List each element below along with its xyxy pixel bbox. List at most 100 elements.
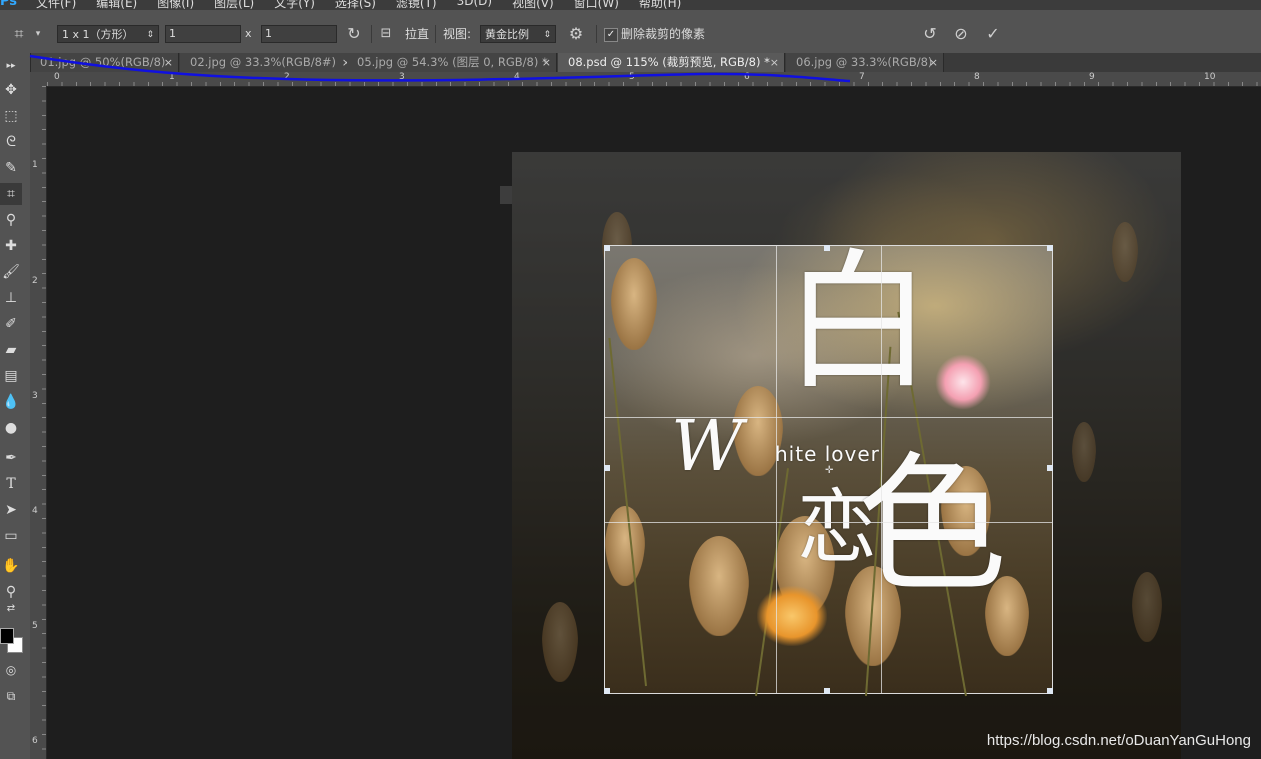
brush-tool-icon[interactable]: 🖌 bbox=[0, 261, 22, 283]
artwork-script-initial: W bbox=[671, 405, 743, 487]
menu-filter[interactable]: 滤镜(T) bbox=[396, 0, 437, 10]
horizontal-ruler[interactable]: 0 1 2 3 4 5 6 7 8 9 10 bbox=[47, 72, 1261, 87]
ruler-label: 10 bbox=[1204, 72, 1216, 82]
menu-help[interactable]: 帮助(H) bbox=[639, 0, 681, 10]
separator bbox=[371, 25, 372, 43]
artwork-char-se: 色 bbox=[857, 439, 1008, 613]
crop-handle-right[interactable] bbox=[1047, 465, 1053, 471]
menu-3d[interactable]: 3D(D) bbox=[457, 0, 492, 10]
crop-center-icon: ✛ bbox=[825, 465, 834, 476]
gradient-tool-icon[interactable]: ▤ bbox=[0, 365, 22, 387]
menu-edit[interactable]: 编辑(E) bbox=[96, 0, 137, 10]
ruler-label: 3 bbox=[32, 391, 38, 401]
tab-label: 01.jpg @ 50%(RGB/8) bbox=[40, 55, 166, 69]
healing-tool-icon[interactable]: ✚ bbox=[0, 235, 22, 257]
vertical-ruler[interactable]: 1 2 3 4 5 6 bbox=[30, 86, 47, 759]
ruler-label: 2 bbox=[284, 72, 290, 82]
close-icon[interactable]: × bbox=[164, 53, 173, 72]
stamp-tool-icon[interactable]: ⊥ bbox=[0, 287, 22, 309]
cancel-icon[interactable]: ⊘ bbox=[950, 25, 972, 43]
ruler-label: 9 bbox=[1089, 72, 1095, 82]
width-field[interactable]: 1 bbox=[165, 25, 241, 43]
commit-icon[interactable]: ✓ bbox=[982, 25, 1004, 43]
crop-box[interactable]: 白 W hite lover 恋 色 ✛ bbox=[604, 238, 1053, 697]
type-tool-icon[interactable]: T bbox=[0, 473, 22, 495]
butterfly-decoration bbox=[757, 586, 827, 646]
tab-05[interactable]: 05.jpg @ 54.3% (图层 0, RGB/8) * × bbox=[347, 53, 557, 72]
zoom-tool-icon[interactable]: ⚲ bbox=[0, 581, 22, 603]
tab-06[interactable]: 06.jpg @ 33.3%(RGB/8) × bbox=[786, 53, 944, 72]
eyedropper-tool-icon[interactable]: ⚲ bbox=[0, 209, 22, 231]
menu-type[interactable]: 文字(Y) bbox=[274, 0, 315, 10]
app-logo: Ps bbox=[0, 0, 18, 9]
separator bbox=[596, 25, 597, 43]
history-brush-tool-icon[interactable]: ✐ bbox=[0, 313, 22, 335]
reed-plume bbox=[689, 536, 749, 636]
close-icon[interactable]: × bbox=[542, 53, 551, 72]
quick-select-tool-icon[interactable]: ✎ bbox=[0, 157, 22, 179]
crop-handle-top-left[interactable] bbox=[604, 245, 610, 251]
menu-view[interactable]: 视图(V) bbox=[512, 0, 554, 10]
ruler-ticks bbox=[47, 82, 1261, 86]
menu-file[interactable]: 文件(F) bbox=[36, 0, 76, 10]
pen-tool-icon[interactable]: ✒ bbox=[0, 447, 22, 469]
path-select-tool-icon[interactable]: ➤ bbox=[0, 499, 22, 521]
reset-icon[interactable]: ↺ bbox=[919, 25, 941, 43]
crop-grid-line bbox=[776, 246, 777, 693]
view-select[interactable]: 黄金比例 ⇕ bbox=[480, 25, 556, 43]
delete-cropped-checkbox[interactable]: ✓ bbox=[604, 28, 618, 42]
menu-select[interactable]: 选择(S) bbox=[335, 0, 376, 10]
foreground-color-swatch[interactable] bbox=[0, 628, 14, 644]
menu-image[interactable]: 图像(I) bbox=[157, 0, 194, 10]
lasso-tool-icon[interactable]: ᘓ bbox=[0, 131, 22, 153]
ruler-label: 5 bbox=[32, 621, 38, 631]
swap-colors-icon[interactable]: ⇄ bbox=[0, 603, 22, 615]
straighten-button[interactable]: 拉直 bbox=[405, 25, 429, 43]
close-icon[interactable]: × bbox=[929, 53, 938, 72]
dodge-tool-icon[interactable]: ● bbox=[0, 417, 22, 439]
crop-handle-left[interactable] bbox=[604, 465, 610, 471]
screen-mode-icon[interactable]: ⧉ bbox=[0, 685, 22, 707]
close-icon[interactable]: × bbox=[770, 53, 779, 72]
ruler-label: 8 bbox=[974, 72, 980, 82]
quick-mask-icon[interactable]: ◎ bbox=[0, 659, 22, 681]
menu-layer[interactable]: 图层(L) bbox=[214, 0, 254, 10]
ratio-preset-select[interactable]: 1 x 1（方形） ⇕ bbox=[57, 25, 159, 43]
crop-handle-bottom-right[interactable] bbox=[1047, 688, 1053, 694]
shape-tool-icon[interactable]: ▭ bbox=[0, 525, 22, 547]
rotate-icon[interactable]: ↻ bbox=[344, 25, 364, 43]
marquee-tool-icon[interactable]: ⬚ bbox=[0, 105, 22, 127]
updown-icon: ⇕ bbox=[146, 30, 154, 40]
menu-window[interactable]: 窗口(W) bbox=[574, 0, 619, 10]
flower-decoration bbox=[935, 354, 991, 410]
chevron-down-icon[interactable]: ▾ bbox=[32, 25, 44, 43]
move-tool-icon[interactable]: ✥ bbox=[0, 79, 22, 101]
eraser-tool-icon[interactable]: ▰ bbox=[0, 339, 22, 361]
crop-handle-bottom-left[interactable] bbox=[604, 688, 610, 694]
options-bar: ⌗ ▾ 1 x 1（方形） ⇕ 1 x 1 ↻ ⊟ 拉直 视图: 黄金比例 ⇕ … bbox=[0, 10, 1261, 54]
panel-grip-icon[interactable]: ▸▸ bbox=[0, 61, 22, 71]
crop-handle-top[interactable] bbox=[824, 245, 830, 251]
ruler-label: 6 bbox=[32, 736, 38, 746]
tab-02[interactable]: 02.jpg @ 33.3%(RGB/8#)× bbox=[180, 53, 357, 72]
hand-tool-icon[interactable]: ✋ bbox=[0, 555, 22, 577]
tab-label: 05.jpg @ 54.3% (图层 0, RGB/8) * bbox=[357, 55, 548, 69]
straighten-icon[interactable]: ⊟ bbox=[376, 25, 396, 43]
crop-handle-bottom[interactable] bbox=[824, 688, 830, 694]
blur-tool-icon[interactable]: 💧 bbox=[0, 391, 22, 413]
crop-icon[interactable]: ⌗ bbox=[8, 25, 30, 43]
tab-01[interactable]: 01.jpg @ 50%(RGB/8) × bbox=[30, 53, 179, 72]
ratio-preset-value: 1 x 1（方形） bbox=[62, 28, 134, 41]
tab-label: 08.psd @ 115% (裁剪预览, RGB/8) * bbox=[568, 55, 770, 69]
document-tabs: 01.jpg @ 50%(RGB/8) × 02.jpg @ 33.3%(RGB/… bbox=[30, 53, 1261, 72]
updown-icon: ⇕ bbox=[543, 30, 551, 40]
gear-icon[interactable]: ⚙ bbox=[566, 25, 586, 43]
ruler-label: 1 bbox=[32, 160, 38, 170]
height-field[interactable]: 1 bbox=[261, 25, 337, 43]
crop-tool-icon[interactable]: ⌗ bbox=[0, 183, 22, 205]
crop-handle-top-right[interactable] bbox=[1047, 245, 1053, 251]
tab-08-active[interactable]: 08.psd @ 115% (裁剪预览, RGB/8) * × bbox=[558, 53, 785, 72]
separator bbox=[435, 25, 436, 43]
ruler-label: 5 bbox=[629, 72, 635, 82]
layer-edge-marker bbox=[500, 186, 512, 204]
